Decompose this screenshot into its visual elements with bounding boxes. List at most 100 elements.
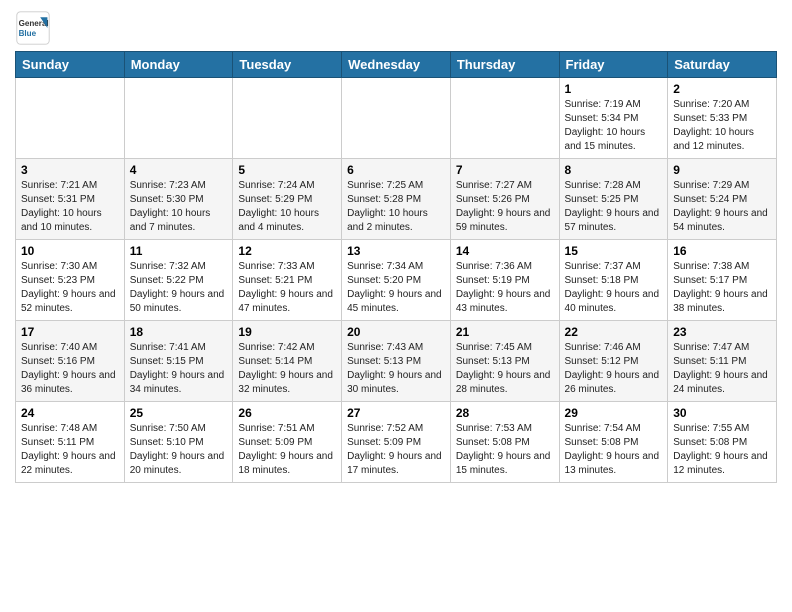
day-number-2: 2 [673, 82, 771, 96]
day-number-30: 30 [673, 406, 771, 420]
day-info-21: Sunrise: 7:45 AMSunset: 5:13 PMDaylight:… [456, 341, 554, 397]
day-cell-7: 7 Sunrise: 7:27 AMSunset: 5:26 PMDaylight… [450, 159, 559, 240]
day-info-1: Sunrise: 7:19 AMSunset: 5:34 PMDaylight:… [565, 98, 663, 154]
day-cell-15: 15Sunrise: 7:37 AMSunset: 5:18 PMDayligh… [559, 240, 668, 321]
day-cell-20: 20Sunrise: 7:43 AMSunset: 5:13 PMDayligh… [342, 321, 451, 402]
day-number-1: 1 [565, 82, 663, 96]
day-cell-23: 23 Sunrise: 7:47 AMSunset: 5:11 PMDayligh… [668, 321, 777, 402]
day-cell-6: 6 Sunrise: 7:25 AMSunset: 5:28 PMDaylight… [342, 159, 451, 240]
day-cell-11: 11 Sunrise: 7:32 AMSunset: 5:22 PMDayligh… [124, 240, 233, 321]
calendar-table: SundayMondayTuesdayWednesdayThursdayFrid… [15, 51, 777, 483]
day-number-17: 17 [21, 325, 119, 339]
empty-cell [16, 78, 125, 159]
day-cell-5: 5Sunrise: 7:24 AMSunset: 5:29 PMDaylight… [233, 159, 342, 240]
day-number-22: 22 [565, 325, 663, 339]
day-number-29: 29 [565, 406, 663, 420]
day-info-26: Sunrise: 7:51 AMSunset: 5:09 PMDaylight:… [238, 422, 336, 478]
day-info-14: Sunrise: 7:36 AMSunset: 5:19 PMDaylight:… [456, 260, 554, 316]
day-number-19: 19 [238, 325, 336, 339]
logo: General Blue [15, 10, 55, 46]
day-number-3: 3 [21, 163, 119, 177]
day-cell-19: 19 Sunrise: 7:42 AMSunset: 5:14 PMDayligh… [233, 321, 342, 402]
day-cell-28: 28 Sunrise: 7:53 AMSunset: 5:08 PMDayligh… [450, 402, 559, 483]
day-number-28: 28 [456, 406, 554, 420]
day-number-9: 9 [673, 163, 771, 177]
day-cell-18: 18Sunrise: 7:41 AMSunset: 5:15 PMDayligh… [124, 321, 233, 402]
day-number-21: 21 [456, 325, 554, 339]
week-row-3: 17Sunrise: 7:40 AMSunset: 5:16 PMDayligh… [16, 321, 777, 402]
day-cell-21: 21 Sunrise: 7:45 AMSunset: 5:13 PMDayligh… [450, 321, 559, 402]
day-info-20: Sunrise: 7:43 AMSunset: 5:13 PMDaylight:… [347, 341, 445, 397]
day-cell-16: 16 Sunrise: 7:38 AMSunset: 5:17 PMDayligh… [668, 240, 777, 321]
day-info-13: Sunrise: 7:34 AMSunset: 5:20 PMDaylight:… [347, 260, 445, 316]
week-row-2: 10Sunrise: 7:30 AMSunset: 5:23 PMDayligh… [16, 240, 777, 321]
day-cell-26: 26 Sunrise: 7:51 AMSunset: 5:09 PMDayligh… [233, 402, 342, 483]
day-info-4: Sunrise: 7:23 AMSunset: 5:30 PMDaylight:… [130, 179, 228, 235]
weekday-header-thursday: Thursday [450, 52, 559, 78]
day-info-28: Sunrise: 7:53 AMSunset: 5:08 PMDaylight:… [456, 422, 554, 478]
day-info-19: Sunrise: 7:42 AMSunset: 5:14 PMDaylight:… [238, 341, 336, 397]
empty-cell [450, 78, 559, 159]
day-number-25: 25 [130, 406, 228, 420]
day-number-15: 15 [565, 244, 663, 258]
day-number-27: 27 [347, 406, 445, 420]
weekday-header-wednesday: Wednesday [342, 52, 451, 78]
day-number-6: 6 [347, 163, 445, 177]
day-number-23: 23 [673, 325, 771, 339]
page-container: General Blue SundayMondayTuesdayWednesda… [0, 0, 792, 488]
day-number-26: 26 [238, 406, 336, 420]
day-info-24: Sunrise: 7:48 AMSunset: 5:11 PMDaylight:… [21, 422, 119, 478]
weekday-header-saturday: Saturday [668, 52, 777, 78]
svg-text:Blue: Blue [19, 29, 37, 38]
day-cell-8: 8 Sunrise: 7:28 AMSunset: 5:25 PMDaylight… [559, 159, 668, 240]
day-cell-22: 22 Sunrise: 7:46 AMSunset: 5:12 PMDayligh… [559, 321, 668, 402]
day-info-3: Sunrise: 7:21 AMSunset: 5:31 PMDaylight:… [21, 179, 119, 235]
day-number-12: 12 [238, 244, 336, 258]
day-cell-10: 10Sunrise: 7:30 AMSunset: 5:23 PMDayligh… [16, 240, 125, 321]
day-info-10: Sunrise: 7:30 AMSunset: 5:23 PMDaylight:… [21, 260, 119, 316]
day-cell-17: 17Sunrise: 7:40 AMSunset: 5:16 PMDayligh… [16, 321, 125, 402]
day-cell-3: 3 Sunrise: 7:21 AMSunset: 5:31 PMDaylight… [16, 159, 125, 240]
weekday-header-monday: Monday [124, 52, 233, 78]
day-cell-12: 12 Sunrise: 7:33 AMSunset: 5:21 PMDayligh… [233, 240, 342, 321]
day-number-13: 13 [347, 244, 445, 258]
day-number-16: 16 [673, 244, 771, 258]
day-cell-30: 30 Sunrise: 7:55 AMSunset: 5:08 PMDayligh… [668, 402, 777, 483]
weekday-header-row: SundayMondayTuesdayWednesdayThursdayFrid… [16, 52, 777, 78]
day-number-14: 14 [456, 244, 554, 258]
day-number-4: 4 [130, 163, 228, 177]
day-info-23: Sunrise: 7:47 AMSunset: 5:11 PMDaylight:… [673, 341, 771, 397]
logo-icon: General Blue [15, 10, 51, 46]
day-number-11: 11 [130, 244, 228, 258]
day-info-18: Sunrise: 7:41 AMSunset: 5:15 PMDaylight:… [130, 341, 228, 397]
day-number-8: 8 [565, 163, 663, 177]
day-info-29: Sunrise: 7:54 AMSunset: 5:08 PMDaylight:… [565, 422, 663, 478]
day-info-7: Sunrise: 7:27 AMSunset: 5:26 PMDaylight:… [456, 179, 554, 235]
week-row-0: 1 Sunrise: 7:19 AMSunset: 5:34 PMDaylight… [16, 78, 777, 159]
week-row-4: 24 Sunrise: 7:48 AMSunset: 5:11 PMDayligh… [16, 402, 777, 483]
day-cell-25: 25 Sunrise: 7:50 AMSunset: 5:10 PMDayligh… [124, 402, 233, 483]
day-info-6: Sunrise: 7:25 AMSunset: 5:28 PMDaylight:… [347, 179, 445, 235]
day-info-27: Sunrise: 7:52 AMSunset: 5:09 PMDaylight:… [347, 422, 445, 478]
day-cell-24: 24 Sunrise: 7:48 AMSunset: 5:11 PMDayligh… [16, 402, 125, 483]
day-info-8: Sunrise: 7:28 AMSunset: 5:25 PMDaylight:… [565, 179, 663, 235]
day-number-24: 24 [21, 406, 119, 420]
day-info-30: Sunrise: 7:55 AMSunset: 5:08 PMDaylight:… [673, 422, 771, 478]
day-info-16: Sunrise: 7:38 AMSunset: 5:17 PMDaylight:… [673, 260, 771, 316]
day-info-12: Sunrise: 7:33 AMSunset: 5:21 PMDaylight:… [238, 260, 336, 316]
empty-cell [342, 78, 451, 159]
day-info-25: Sunrise: 7:50 AMSunset: 5:10 PMDaylight:… [130, 422, 228, 478]
day-cell-14: 14 Sunrise: 7:36 AMSunset: 5:19 PMDayligh… [450, 240, 559, 321]
day-number-7: 7 [456, 163, 554, 177]
weekday-header-friday: Friday [559, 52, 668, 78]
weekday-header-sunday: Sunday [16, 52, 125, 78]
day-cell-13: 13 Sunrise: 7:34 AMSunset: 5:20 PMDayligh… [342, 240, 451, 321]
day-info-22: Sunrise: 7:46 AMSunset: 5:12 PMDaylight:… [565, 341, 663, 397]
day-cell-27: 27 Sunrise: 7:52 AMSunset: 5:09 PMDayligh… [342, 402, 451, 483]
day-info-9: Sunrise: 7:29 AMSunset: 5:24 PMDaylight:… [673, 179, 771, 235]
day-cell-29: 29 Sunrise: 7:54 AMSunset: 5:08 PMDayligh… [559, 402, 668, 483]
day-info-2: Sunrise: 7:20 AMSunset: 5:33 PMDaylight:… [673, 98, 771, 154]
empty-cell [233, 78, 342, 159]
empty-cell [124, 78, 233, 159]
day-info-11: Sunrise: 7:32 AMSunset: 5:22 PMDaylight:… [130, 260, 228, 316]
